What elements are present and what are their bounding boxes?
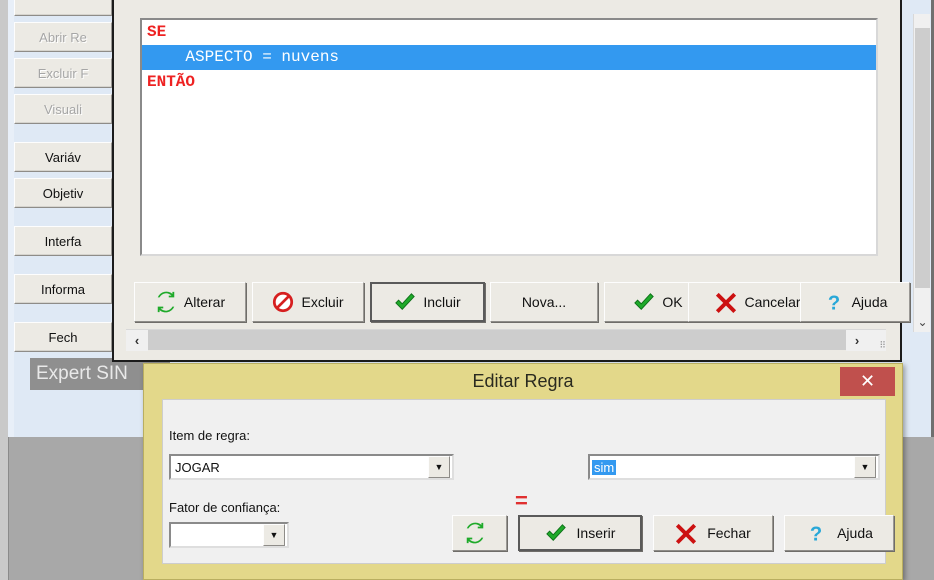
sidebar-item-label: Visuali	[43, 101, 83, 117]
sidebar-divider	[14, 214, 112, 226]
sidebar-item-visualizar[interactable]: Visuali	[14, 94, 112, 124]
editar-regra-dialog: Editar Regra ✕ Item de regra: JOGAR ▼ = …	[143, 363, 903, 580]
prohibited-icon	[273, 291, 294, 313]
resize-grip-icon[interactable]: ⠿	[868, 330, 886, 351]
vertical-scrollbar-thumb[interactable]	[915, 28, 930, 288]
check-icon	[545, 524, 566, 541]
scroll-down-arrow-icon[interactable]: ⌄	[914, 312, 931, 332]
scroll-right-arrow-icon[interactable]: ›	[846, 330, 868, 351]
sidebar-item-label: Excluir F	[37, 65, 89, 81]
fechar-label: Fechar	[707, 525, 751, 541]
svg-text:?: ?	[827, 292, 839, 313]
check-icon	[395, 293, 416, 310]
item-de-regra-label: Item de regra:	[169, 428, 250, 443]
ajuda-label: Ajuda	[851, 294, 888, 310]
sidebar-item-label: Objetiv	[42, 185, 84, 201]
brand-label: Expert SIN	[36, 363, 128, 384]
sidebar-item-label: Fech	[48, 329, 78, 345]
incluir-label: Incluir	[423, 294, 461, 310]
ajuda-button[interactable]: ? Ajuda	[800, 282, 910, 322]
cross-icon	[716, 292, 737, 313]
nova-label: Nova...	[521, 294, 567, 310]
horizontal-scrollbar[interactable]: ‹ › ⠿	[126, 329, 886, 351]
item-de-regra-select[interactable]: JOGAR ▼	[169, 454, 454, 480]
sidebar-divider	[14, 310, 112, 322]
incluir-button[interactable]: Incluir	[370, 282, 485, 322]
svg-text:?: ?	[810, 523, 822, 544]
excluir-button[interactable]: Excluir	[252, 282, 364, 322]
sidebar-item-0[interactable]	[14, 0, 112, 16]
cross-icon	[676, 523, 697, 544]
code-line-entao: ENTÃO	[147, 73, 196, 91]
valor-select[interactable]: sim ▼	[588, 454, 880, 480]
inserir-label: Inserir	[576, 525, 616, 541]
scroll-left-arrow-icon[interactable]: ‹	[126, 330, 148, 351]
sidebar-item-fechar[interactable]: Fech	[14, 322, 112, 352]
refresh-icon	[466, 522, 483, 544]
dialog-ajuda-label: Ajuda	[837, 525, 873, 541]
sidebar-item-label: Interfa	[44, 233, 82, 249]
sidebar-item-label: Abrir Re	[39, 29, 87, 45]
rule-editor-window-inner: SE ASPECTO = nuvens ENTÃO Alterar Exclui…	[120, 0, 910, 354]
sidebar-item-label: Variáv	[45, 149, 81, 165]
sidebar-item-informacao[interactable]: Informa	[14, 274, 112, 304]
check-icon	[634, 293, 655, 310]
sidebar-item-objetivo[interactable]: Objetiv	[14, 178, 112, 208]
excluir-label: Excluir	[301, 294, 344, 310]
sidebar-item-variaveis[interactable]: Variáv	[14, 142, 112, 172]
code-line-condition[interactable]: ASPECTO = nuvens	[142, 45, 876, 70]
sidebar-divider	[14, 130, 112, 142]
dialog-ajuda-button[interactable]: ? Ajuda	[784, 515, 894, 551]
rule-toolbar: Alterar Excluir Incluir Nova... OK Cance…	[134, 282, 910, 324]
cancelar-label: Cancelar	[744, 294, 801, 310]
chevron-down-icon[interactable]: ▼	[854, 456, 876, 478]
dialog-body: Item de regra: JOGAR ▼ = sim ▼ Fator de …	[162, 399, 894, 564]
sidebar-item-abrir-regra[interactable]: Abrir Re	[14, 22, 112, 52]
inserir-button[interactable]: Inserir	[518, 515, 642, 551]
code-line-se: SE	[147, 23, 167, 41]
sidebar-item-interface[interactable]: Interfa	[14, 226, 112, 256]
operator-label: =	[515, 488, 528, 513]
fechar-button[interactable]: Fechar	[653, 515, 773, 551]
alterar-label: Alterar	[183, 294, 226, 310]
question-icon: ?	[810, 523, 822, 544]
dialog-refresh-button[interactable]	[452, 515, 507, 551]
sidebar-item-excluir[interactable]: Excluir F	[14, 58, 112, 88]
refresh-icon	[157, 291, 175, 313]
rule-editor-window: SE ASPECTO = nuvens ENTÃO Alterar Exclui…	[112, 0, 910, 362]
fator-de-confianca-label: Fator de confiança:	[169, 500, 281, 515]
rule-text-editor[interactable]: SE ASPECTO = nuvens ENTÃO	[140, 18, 878, 256]
chevron-down-icon[interactable]: ▼	[263, 524, 285, 546]
fator-de-confianca-select[interactable]: ▼	[169, 522, 289, 548]
valor-value: sim	[592, 459, 617, 475]
ok-label: OK	[662, 294, 683, 310]
vertical-scrollbar[interactable]: ⌄	[913, 14, 930, 332]
dialog-title: Editar Regra	[472, 371, 574, 391]
sidebar-item-label: Informa	[40, 281, 86, 297]
desktop-background: Abrir Re Excluir F Visuali Variáv Objeti…	[0, 0, 934, 580]
close-icon[interactable]: ✕	[840, 367, 895, 396]
item-de-regra-value: JOGAR	[175, 459, 220, 475]
nova-button[interactable]: Nova...	[490, 282, 598, 322]
alterar-button[interactable]: Alterar	[134, 282, 246, 322]
dialog-title-bar: Editar Regra ✕	[144, 364, 902, 399]
chevron-down-icon[interactable]: ▼	[428, 456, 450, 478]
sidebar-divider	[14, 262, 112, 274]
sidebar: Abrir Re Excluir F Visuali Variáv Objeti…	[14, 0, 112, 358]
question-icon: ?	[827, 292, 839, 313]
